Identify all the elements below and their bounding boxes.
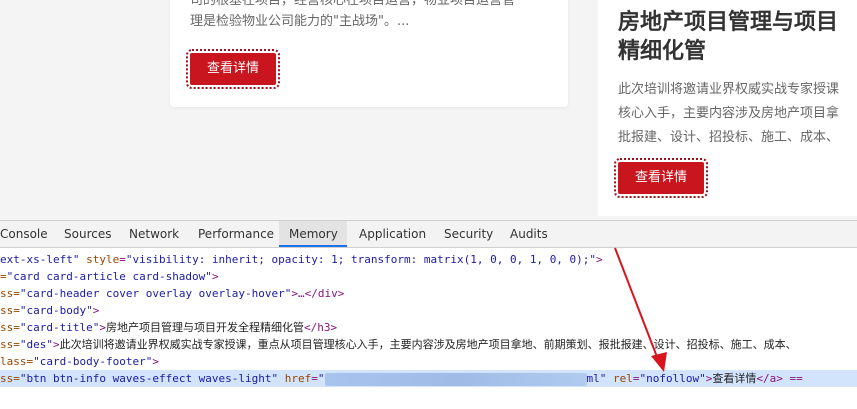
attr-value: "des" (19, 338, 53, 351)
attr-value: "visibility: inherit; opacity: 1; transf… (125, 253, 597, 266)
attr-value: "card-header cover overlay overlay-hover… (19, 287, 292, 300)
card-description: 此次培训将邀请业界权威实战专家授课 核心入手，主要内容涉及房地产项目拿 批报建、… (618, 78, 857, 150)
tag-close: </h3> (303, 321, 338, 334)
tag-end: > (596, 253, 603, 266)
tab-application[interactable]: Application (349, 221, 436, 247)
text-node: 查看详情 (712, 372, 757, 385)
desc-line: 核心入手，主要内容涉及房地产项目拿 (618, 106, 840, 121)
card-description: 司的根基在项目，经营核心在项目运营，物业项目运营管 理是检验物业公司能力的"主战… (190, 0, 550, 32)
desc-line: 此次培训将邀请业界权威实战专家授课 (618, 82, 840, 97)
code-fragment: = (632, 372, 640, 385)
tag-end: > (92, 304, 100, 317)
dom-node-line[interactable]: ext-xs-left" style="visibility: inherit;… (0, 251, 857, 268)
attr-value: "btn btn-info waves-effect waves-light" (19, 372, 279, 385)
desc-line: 司的根基在项目，经营核心在项目运营，物业项目运营管 (190, 0, 516, 8)
desc-line: 批报建、设计、招投标、施工、成本、 (618, 130, 840, 145)
article-card-right: 房地产项目管理与项目 精细化管 此次培训将邀请业界权威实战专家授课 核心入手，主… (598, 0, 857, 216)
desc-line: 理是检验物业公司能力的"主战场"。... (190, 14, 410, 29)
view-details-button[interactable]: 查看详情 (614, 158, 708, 198)
attr-name: = (0, 270, 7, 283)
attr-name: ss= (0, 304, 20, 317)
attr-name: style (86, 253, 120, 266)
webpage-viewport: 司的根基在项目，经营核心在项目运营，物业项目运营管 理是检验物业公司能力的"主战… (0, 0, 857, 216)
devtools-panel: Console Sources Network Performance Memo… (0, 220, 857, 409)
dom-node-line[interactable]: lass="card-body-footer"> (0, 353, 857, 370)
tab-security[interactable]: Security (434, 221, 503, 247)
article-card-left: 司的根基在项目，经营核心在项目运营，物业项目运营管 理是检验物业公司能力的"主战… (170, 0, 568, 107)
redacted-url-blur (324, 372, 587, 386)
tab-memory[interactable]: Memory (279, 221, 347, 247)
attr-name: ss= (0, 338, 20, 351)
title-line: 精细化管 (618, 39, 707, 64)
attr-value: "card-body-footer" (33, 355, 153, 368)
attr-value: "nofollow" (639, 372, 706, 385)
tab-audits[interactable]: Audits (500, 221, 558, 247)
attr-name: href (278, 372, 312, 385)
tab-sources[interactable]: Sources (54, 221, 121, 247)
tag-end: > (53, 338, 60, 351)
dom-node-line[interactable]: ss="card-body"> (0, 302, 857, 319)
code-fragment: " (317, 372, 325, 385)
attr-name: ss= (0, 287, 20, 300)
tab-network[interactable]: Network (119, 221, 189, 247)
card-title: 房地产项目管理与项目 精细化管 (618, 8, 857, 66)
tag-end: > (211, 270, 219, 283)
attr-name: ss= (0, 321, 20, 334)
tag-end: > (99, 321, 106, 334)
dom-node-line-selected[interactable]: ss="btn btn-info waves-effect waves-ligh… (0, 370, 857, 387)
code-fragment: ext-xs-left" (0, 253, 87, 266)
dom-node-line[interactable]: ="card card-article card-shadow"> (0, 268, 857, 285)
dom-node-line[interactable]: ss="card-header cover overlay overlay-ho… (0, 285, 857, 302)
code-fragment: = (119, 253, 126, 266)
dom-node-line[interactable]: ss="card-title">房地产项目管理与项目开发全程精细化管</h3> (0, 319, 857, 336)
tab-performance[interactable]: Performance (188, 221, 284, 247)
attr-value: ml" (586, 372, 607, 385)
attr-name: rel (606, 372, 633, 385)
text-node: 此次培训将邀请业界权威实战专家授课，重点从项目管理核心入手，主要内容涉及房地产项… (59, 338, 797, 351)
tag-end: > (152, 355, 159, 368)
devtools-tab-bar: Console Sources Network Performance Memo… (0, 221, 857, 248)
attr-value: "card card-article card-shadow" (6, 270, 212, 283)
tag-close: </a> (756, 372, 783, 385)
code-fragment: == (782, 372, 803, 385)
attr-value: "card-title" (19, 321, 100, 334)
title-line: 房地产项目管理与项目 (618, 10, 839, 35)
view-details-button[interactable]: 查看详情 (186, 49, 280, 89)
dom-node-line[interactable]: ss="des">此次培训将邀请业界权威实战专家授课，重点从项目管理核心入手，主… (0, 336, 857, 353)
code-fragment: = (311, 372, 318, 385)
tag-end: >…</div> (291, 287, 345, 300)
attr-value: "card-body" (19, 304, 93, 317)
tab-console[interactable]: Console (0, 221, 58, 247)
text-node: 房地产项目管理与项目开发全程精细化管 (105, 321, 304, 334)
attr-name: lass= (0, 355, 34, 368)
attr-name: ss= (0, 372, 20, 385)
